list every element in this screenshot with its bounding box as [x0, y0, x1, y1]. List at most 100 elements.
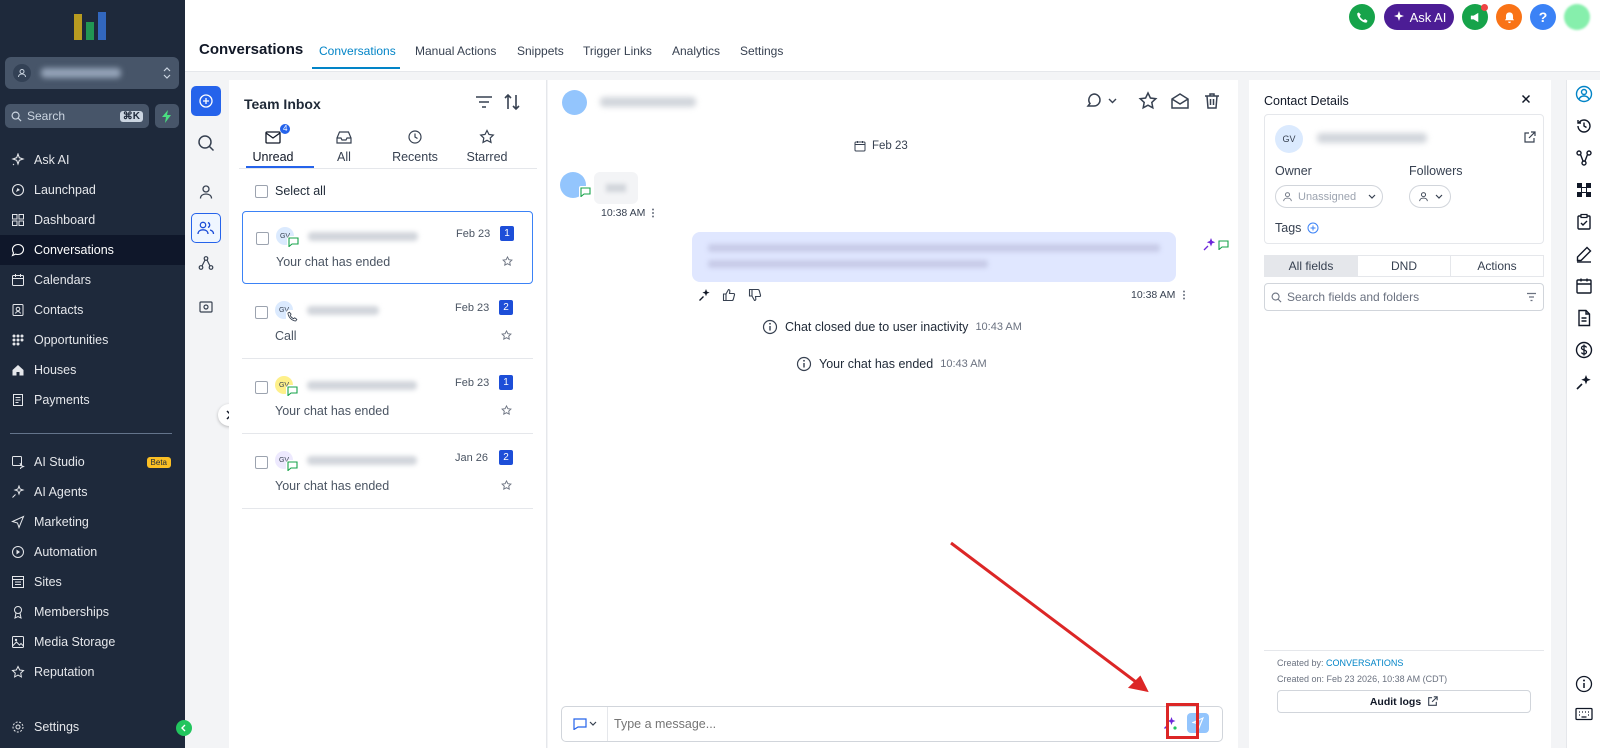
tab-analytics[interactable]: Analytics [672, 44, 720, 58]
star-icon[interactable] [1138, 91, 1158, 111]
keyboard-shortcuts-button[interactable] [1574, 704, 1594, 724]
contact-profile-button[interactable] [1574, 84, 1594, 104]
tab-conversations[interactable]: Conversations [319, 44, 396, 58]
sidebar-item-contacts[interactable]: Contacts [0, 295, 185, 325]
sidebar-item-label: Ask AI [34, 153, 70, 167]
audit-logs-button[interactable]: Audit logs [1277, 690, 1531, 713]
spam-button[interactable] [191, 292, 221, 322]
announcements-button[interactable] [1462, 4, 1488, 30]
info-button[interactable] [1574, 674, 1594, 694]
pipeline-button[interactable] [1574, 148, 1594, 168]
search-button[interactable] [191, 128, 221, 158]
sidebar-item-memberships[interactable]: Memberships [0, 597, 185, 627]
payments-button[interactable] [1574, 340, 1594, 360]
ask-ai-button[interactable]: Ask AI [1384, 4, 1454, 30]
notifications-button[interactable] [1496, 4, 1522, 30]
sidebar-item-payments[interactable]: Payments [0, 385, 185, 415]
created-by-value[interactable]: CONVERSATIONS [1326, 658, 1403, 668]
fields-search-input[interactable]: Search fields and folders [1264, 283, 1544, 311]
rocket-icon [10, 182, 26, 198]
ai-assistant-button[interactable] [1574, 372, 1594, 392]
filter-icon[interactable] [475, 94, 493, 110]
channel-selector[interactable] [562, 707, 608, 741]
integrations-button[interactable] [1574, 180, 1594, 200]
owner-select[interactable]: Unassigned [1275, 185, 1383, 208]
user-avatar[interactable] [1564, 4, 1590, 30]
sidebar-item-calendars[interactable]: Calendars [0, 265, 185, 295]
sidebar-item-dashboard[interactable]: Dashboard [0, 205, 185, 235]
add-tag-icon[interactable] [1307, 222, 1319, 234]
star-icon[interactable] [501, 480, 512, 491]
star-icon[interactable] [501, 405, 512, 416]
sidebar-item-ask-ai[interactable]: Ask AI [0, 145, 185, 175]
trash-icon[interactable] [1202, 91, 1222, 111]
documents-button[interactable] [1574, 308, 1594, 328]
sidebar-search[interactable]: Search ⌘K [5, 104, 149, 128]
tab-trigger-links[interactable]: Trigger Links [583, 44, 652, 58]
sidebar-item-houses[interactable]: Houses [0, 355, 185, 385]
team-inbox-button[interactable] [191, 213, 221, 243]
more-vertical-icon[interactable] [651, 208, 655, 218]
sidebar-item-settings[interactable]: Settings [0, 712, 185, 742]
my-inbox-button[interactable] [191, 177, 221, 207]
workflows-button[interactable] [191, 248, 221, 278]
conversation-checkbox[interactable] [255, 306, 268, 319]
inbox-tab-all[interactable]: All [309, 126, 379, 164]
star-icon[interactable] [501, 330, 512, 341]
sidebar-item-ai-studio[interactable]: AI Studio Beta [0, 447, 185, 477]
conversation-item[interactable]: GV Jan 26 2 Your chat has ended [242, 436, 533, 509]
tasks-button[interactable] [1574, 212, 1594, 232]
more-vertical-icon[interactable] [1182, 290, 1186, 300]
filter-icon[interactable] [1526, 292, 1537, 302]
select-all[interactable]: Select all [255, 184, 326, 198]
star-icon[interactable] [502, 256, 513, 267]
phone-button[interactable] [1349, 4, 1375, 30]
close-icon[interactable] [1521, 94, 1531, 104]
sidebar-item-marketing[interactable]: Marketing [0, 507, 185, 537]
mark-unread-icon[interactable] [1170, 91, 1190, 111]
sidebar-item-automation[interactable]: Automation [0, 537, 185, 567]
thumbs-down-icon[interactable] [748, 288, 762, 302]
tab-settings[interactable]: Settings [740, 44, 783, 58]
tab-all-fields[interactable]: All fields [1265, 256, 1358, 276]
sort-icon[interactable] [503, 93, 521, 111]
tab-manual-actions[interactable]: Manual Actions [415, 44, 496, 58]
sidebar-item-opportunities[interactable]: Opportunities [0, 325, 185, 355]
external-link-icon[interactable] [1523, 131, 1536, 144]
conversation-item[interactable]: GV Feb 23 1 Your chat has ended [242, 211, 533, 284]
thumbs-up-icon[interactable] [722, 288, 736, 302]
conversation-item[interactable]: GV Feb 23 1 Your chat has ended [242, 361, 533, 434]
sidebar-item-conversations[interactable]: Conversations [0, 235, 185, 265]
sidebar-item-reputation[interactable]: Reputation [0, 657, 185, 687]
tab-actions[interactable]: Actions [1451, 256, 1543, 276]
message-input[interactable] [614, 715, 1154, 733]
conversation-checkbox[interactable] [256, 232, 269, 245]
select-all-checkbox[interactable] [255, 184, 268, 198]
chat-panel: Feb 23 10:38 AM 10:38 AM Chat closed due… [548, 80, 1238, 748]
sidebar-item-launchpad[interactable]: Launchpad [0, 175, 185, 205]
history-button[interactable] [1574, 116, 1594, 136]
inbox-tab-starred[interactable]: Starred [452, 126, 522, 164]
help-button[interactable]: ? [1530, 4, 1556, 30]
assign-button[interactable] [1084, 91, 1117, 111]
account-switcher[interactable] [5, 57, 179, 89]
inbox-tab-recents[interactable]: Recents [380, 126, 450, 164]
sidebar-item-media-storage[interactable]: Media Storage [0, 627, 185, 657]
sidebar-item-sites[interactable]: Sites [0, 567, 185, 597]
new-message-button[interactable] [191, 86, 221, 116]
tab-dnd[interactable]: DND [1358, 256, 1451, 276]
sidebar-item-ai-agents[interactable]: AI Agents [0, 477, 185, 507]
inbox-tab-unread[interactable]: 4 Unread [238, 124, 308, 164]
quick-actions-button[interactable] [155, 104, 179, 128]
conversation-checkbox[interactable] [255, 456, 268, 469]
inbox-title: Team Inbox [244, 96, 321, 112]
notes-button[interactable] [1574, 244, 1594, 264]
fields-search-placeholder: Search fields and folders [1287, 290, 1420, 304]
app-logo[interactable] [70, 8, 114, 44]
ai-suggest-icon[interactable] [698, 288, 712, 302]
conversation-item[interactable]: GV Feb 23 2 Call [242, 286, 533, 359]
tab-snippets[interactable]: Snippets [517, 44, 564, 58]
conversation-checkbox[interactable] [255, 381, 268, 394]
appointments-button[interactable] [1574, 276, 1594, 296]
followers-select[interactable] [1409, 185, 1451, 208]
